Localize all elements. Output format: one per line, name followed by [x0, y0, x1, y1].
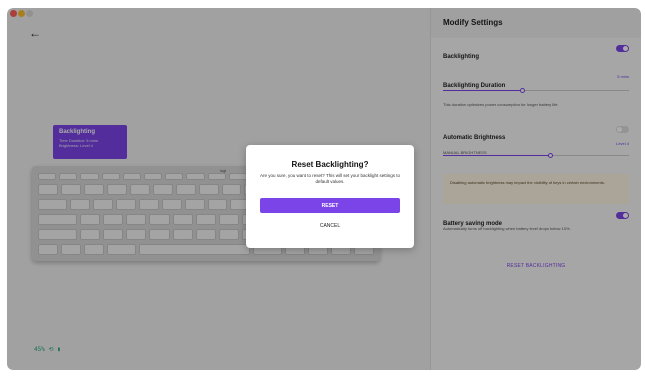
app-window: ← Backlighting Time Duration: 5 mins Bri… [7, 8, 641, 370]
dialog-message: Are you sure, you want to reset? This wi… [260, 173, 400, 184]
reset-dialog: Reset Backlighting? Are you sure, you wa… [246, 145, 414, 248]
reset-button[interactable]: RESET [260, 198, 400, 213]
cancel-button[interactable]: CANCEL [260, 218, 400, 233]
dialog-title: Reset Backlighting? [291, 160, 369, 169]
